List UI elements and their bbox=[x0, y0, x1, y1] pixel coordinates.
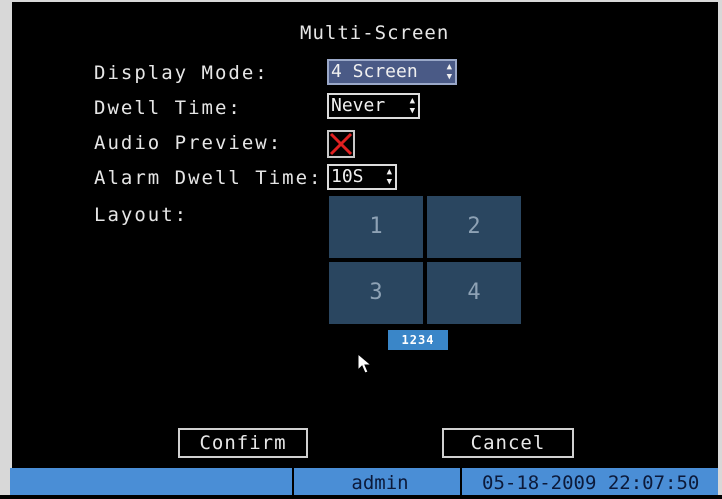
dwell-time-label: Dwell Time: bbox=[94, 97, 242, 119]
layout-cell-4[interactable]: 4 bbox=[427, 262, 521, 324]
confirm-button[interactable]: Confirm bbox=[178, 428, 308, 458]
display-mode-label: Display Mode: bbox=[94, 62, 269, 84]
status-user: admin bbox=[351, 472, 409, 494]
layout-page-tabs[interactable]: 1234 bbox=[388, 330, 448, 350]
layout-cell-2[interactable]: 2 bbox=[427, 196, 521, 258]
page-title: Multi-Screen bbox=[300, 22, 450, 44]
dwell-time-select[interactable]: Never ▲ ▼ bbox=[327, 93, 420, 119]
audio-preview-label: Audio Preview: bbox=[94, 132, 283, 154]
screen-bezel-left bbox=[0, 0, 12, 495]
layout-cell-1[interactable]: 1 bbox=[329, 196, 423, 258]
layout-label: Layout: bbox=[94, 204, 189, 226]
display-mode-value: 4 Screen bbox=[331, 61, 418, 82]
status-datetime: 05-18-2009 22:07:50 bbox=[482, 472, 700, 494]
status-separator bbox=[292, 468, 294, 495]
display-mode-select[interactable]: 4 Screen ▲ ▼ bbox=[327, 59, 457, 85]
mouse-pointer-icon bbox=[357, 352, 373, 374]
dwell-time-value: Never bbox=[331, 95, 386, 116]
audio-preview-checkbox[interactable] bbox=[327, 130, 355, 158]
status-separator bbox=[460, 468, 462, 495]
status-bar: admin 05-18-2009 22:07:50 bbox=[10, 468, 718, 495]
layout-cell-3[interactable]: 3 bbox=[329, 262, 423, 324]
up-down-arrow-icon: ▲ ▼ bbox=[409, 96, 415, 116]
alarm-dwell-time-value: 10S bbox=[331, 166, 364, 187]
alarm-dwell-time-label: Alarm Dwell Time: bbox=[94, 167, 323, 189]
x-mark-icon bbox=[329, 132, 353, 156]
screen-bezel-top bbox=[0, 0, 722, 2]
cancel-button[interactable]: Cancel bbox=[442, 428, 574, 458]
up-down-arrow-icon: ▲ ▼ bbox=[446, 62, 452, 82]
up-down-arrow-icon: ▲ ▼ bbox=[386, 167, 392, 187]
screen-bezel-right bbox=[718, 0, 722, 495]
alarm-dwell-time-select[interactable]: 10S ▲ ▼ bbox=[327, 164, 397, 190]
